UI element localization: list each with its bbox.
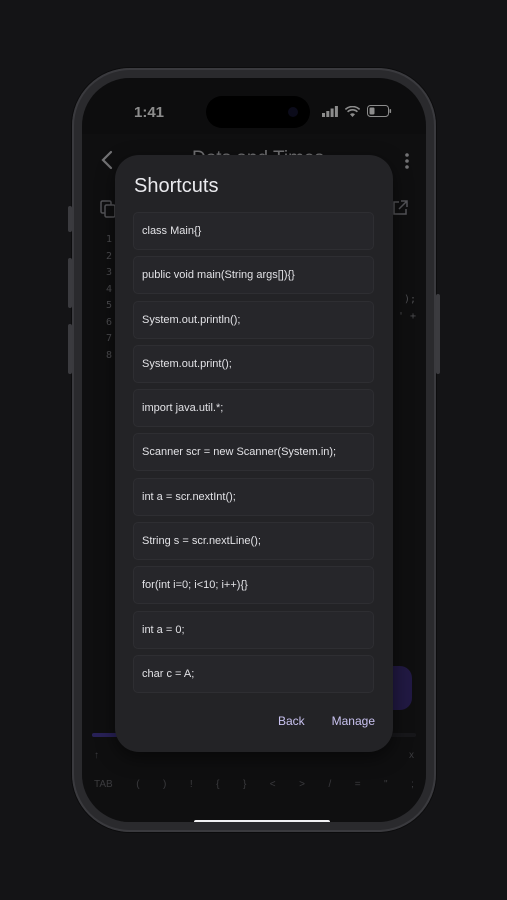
screen: 1:41 1 2 3 4 5 6 7 8); ' + ↑ x TAB () … — [82, 78, 426, 822]
manage-button[interactable]: Manage — [332, 714, 375, 728]
shortcut-item[interactable]: int a = 0; — [133, 610, 374, 649]
silent-switch — [68, 206, 72, 232]
shortcut-item[interactable]: String s = scr.nextLine(); — [133, 522, 374, 561]
shortcut-item[interactable]: public void main(String args[]){} — [133, 256, 374, 295]
shortcut-list: class Main{} public void main(String arg… — [133, 212, 374, 699]
back-button[interactable]: Back — [278, 714, 305, 728]
shortcut-item[interactable]: System.out.print(); — [133, 344, 374, 383]
power-button — [436, 294, 440, 374]
shortcut-item[interactable]: for(int i=0; i<10; i++){} — [133, 566, 374, 605]
phone-frame: 1:41 1 2 3 4 5 6 7 8); ' + ↑ x TAB () … — [68, 68, 440, 832]
volume-up-button — [68, 258, 72, 308]
shortcut-item[interactable]: Scanner scr = new Scanner(System.in); — [133, 433, 374, 472]
shortcut-item[interactable]: char c = A; — [133, 654, 374, 693]
dialog-title: Shortcuts — [134, 175, 219, 197]
shortcut-item[interactable]: class Main{} — [133, 212, 374, 250]
shortcut-item[interactable]: int a = scr.nextInt(); — [133, 477, 374, 516]
dialog-actions: Back Manage — [278, 714, 375, 728]
shortcut-item[interactable]: System.out.println(); — [133, 300, 374, 339]
shortcuts-dialog: Shortcuts class Main{} public void main(… — [115, 155, 393, 752]
home-indicator[interactable] — [194, 820, 330, 822]
volume-down-button — [68, 324, 72, 374]
shortcut-item[interactable]: import java.util.*; — [133, 389, 374, 428]
